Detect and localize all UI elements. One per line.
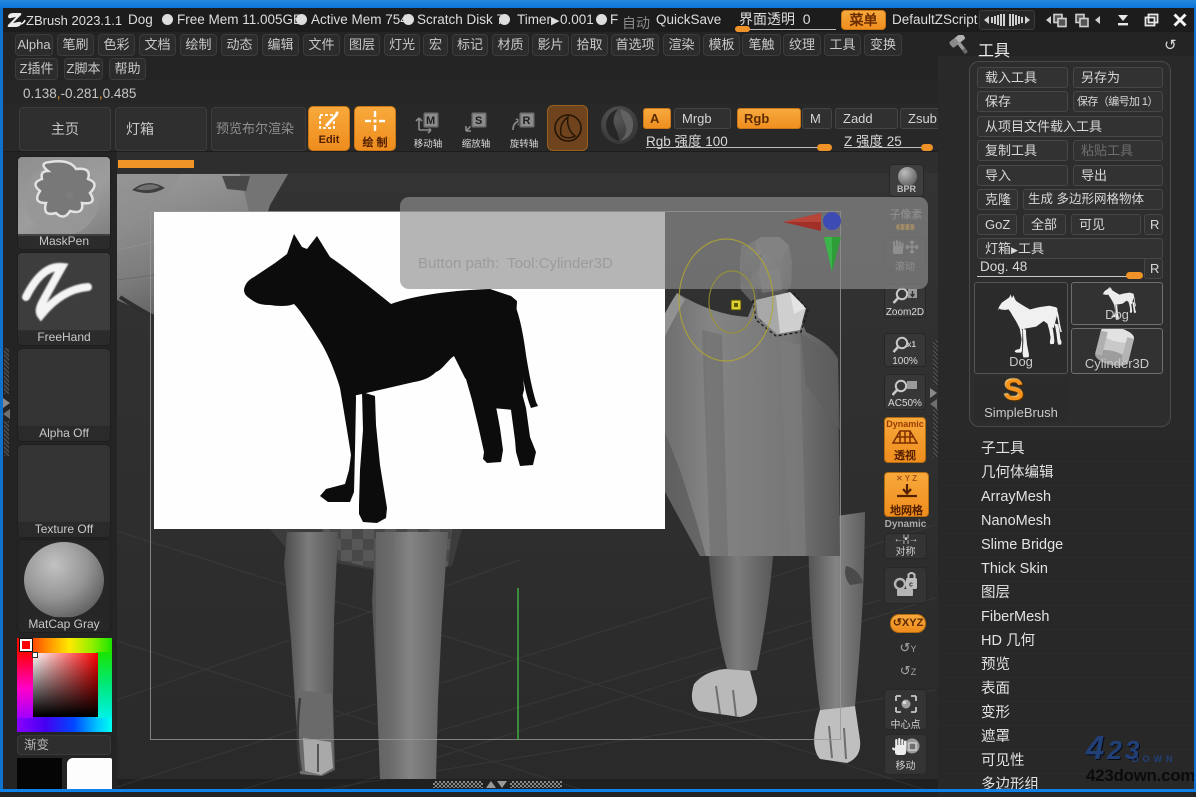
svg-text:R: R: [523, 115, 531, 127]
svg-text:M: M: [426, 115, 435, 127]
svg-text:S: S: [475, 115, 482, 127]
